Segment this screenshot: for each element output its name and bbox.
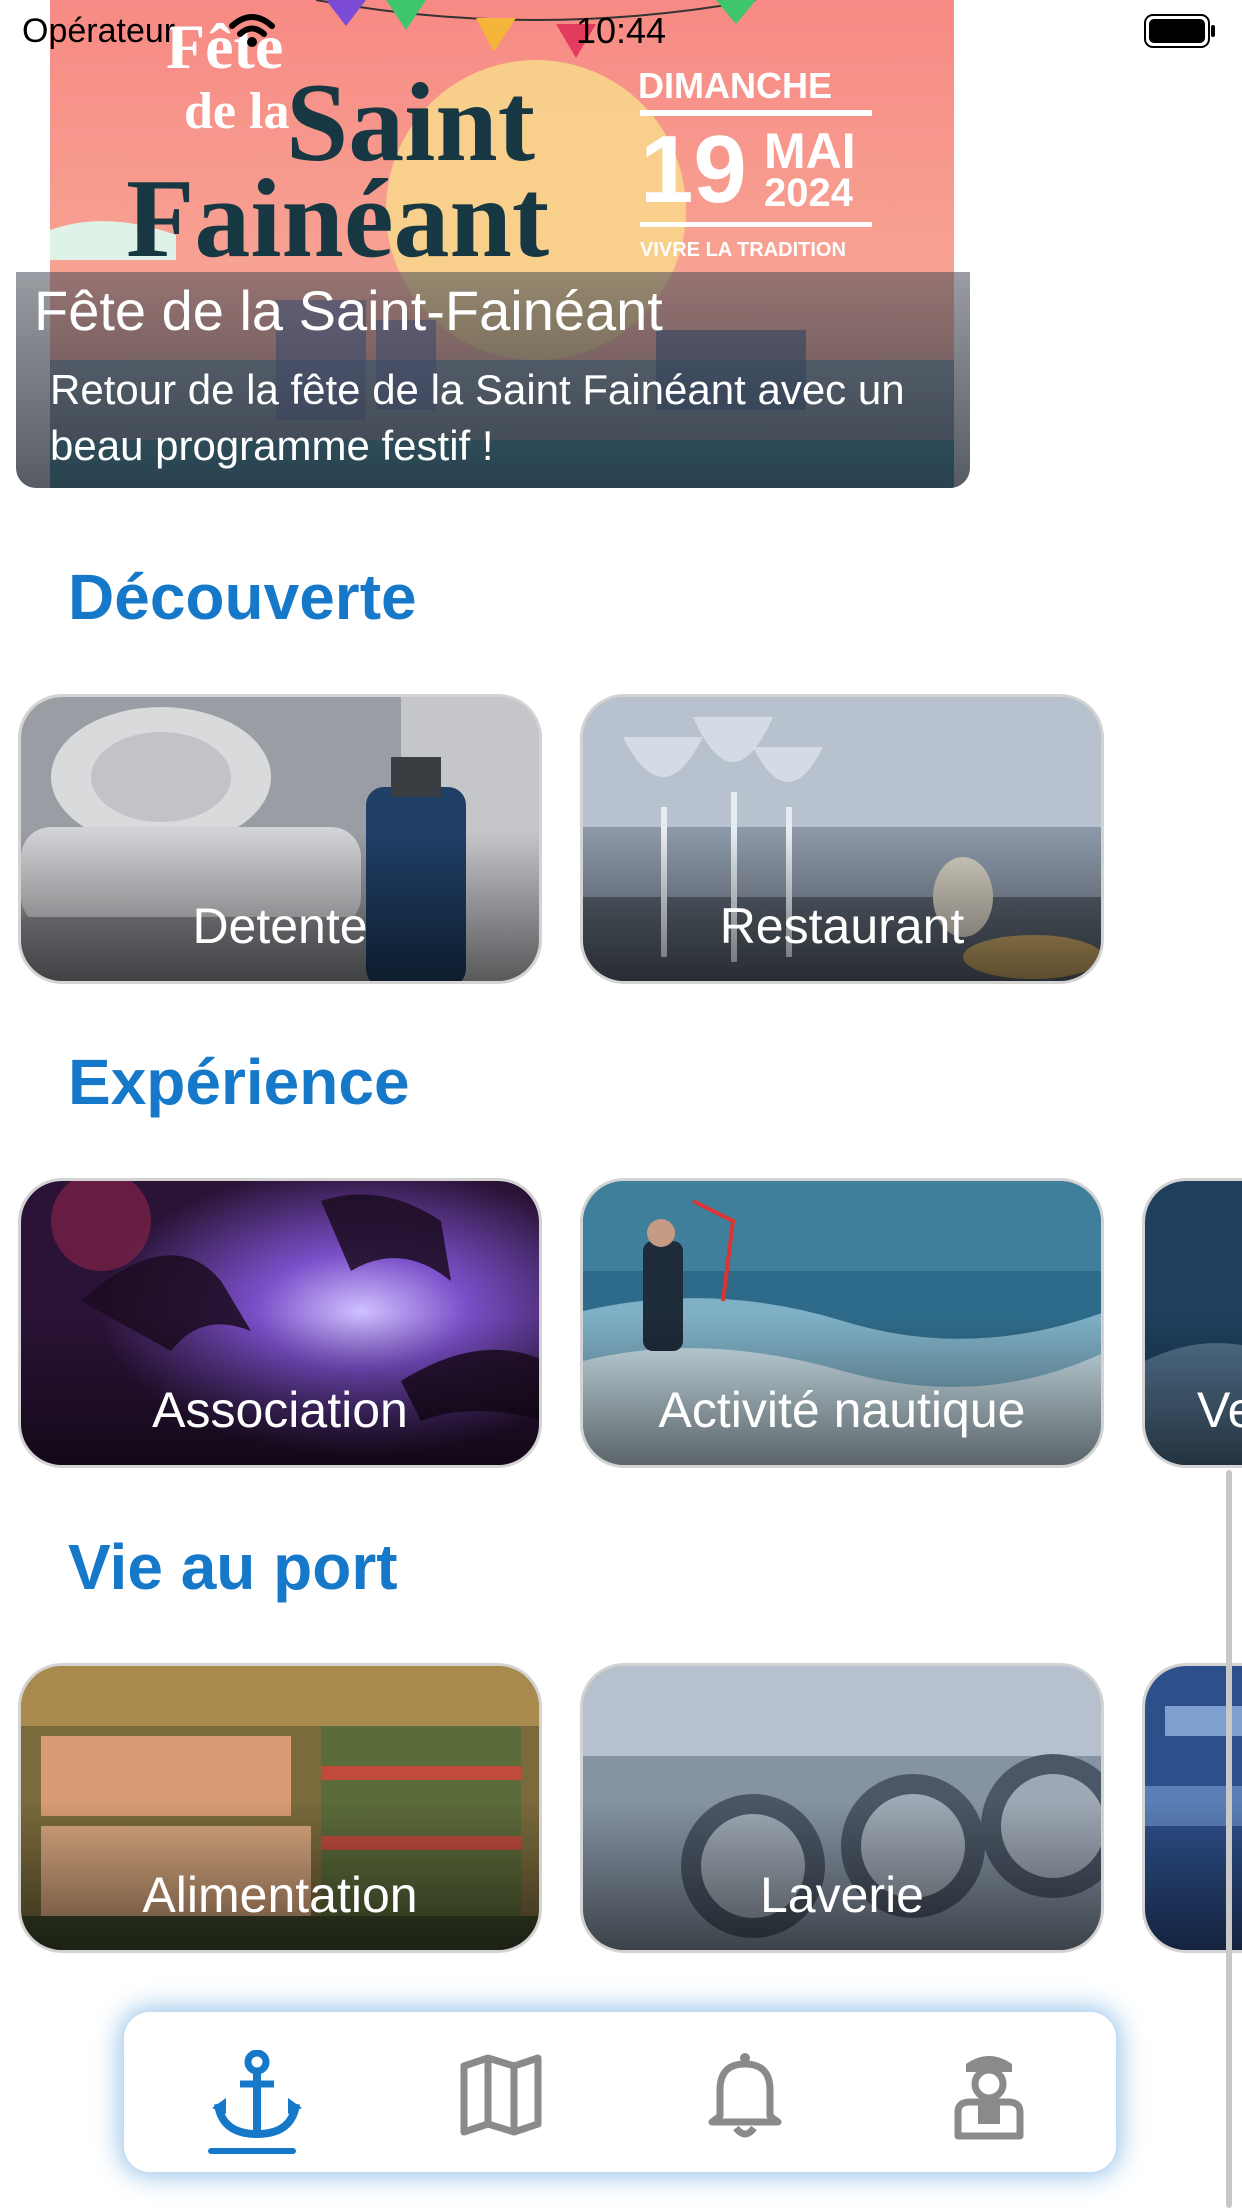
vie-au-port-row[interactable]: Alimentation Laverie bbox=[0, 1663, 1242, 1959]
card-association[interactable]: Association bbox=[18, 1178, 542, 1468]
poster-faineant-text: Fainéant bbox=[126, 157, 549, 281]
tab-notifications[interactable] bbox=[660, 2012, 820, 2172]
poster-date-text: 19 bbox=[640, 116, 747, 223]
hero-banner[interactable]: Fête de la Saint Fainéant DIMANCHE 19 MA… bbox=[16, 0, 970, 488]
section-title-experience: Expérience bbox=[68, 1046, 410, 1118]
tab-bar bbox=[124, 2012, 1116, 2172]
tab-map[interactable] bbox=[416, 2012, 576, 2172]
poster-tagline-text: VIVRE LA TRADITION bbox=[640, 239, 846, 261]
hero-title: Fête de la Saint-Fainéant bbox=[34, 279, 663, 342]
card-label: Alimentation bbox=[142, 1867, 418, 1923]
card-restaurant[interactable]: Restaurant bbox=[580, 694, 1104, 984]
card-label: Activité nautique bbox=[658, 1382, 1026, 1438]
experience-row[interactable]: Association Activité nautique Ve bbox=[0, 1178, 1242, 1474]
card-detente[interactable]: Detente bbox=[18, 694, 542, 984]
card-label: Restaurant bbox=[719, 898, 965, 954]
active-tab-underline bbox=[208, 2148, 296, 2154]
scroll-indicator[interactable] bbox=[1226, 1470, 1232, 2208]
card-activite-nautique[interactable]: Activité nautique bbox=[580, 1178, 1104, 1468]
card-label: Laverie bbox=[760, 1867, 924, 1923]
bell-icon bbox=[708, 2053, 782, 2138]
card-label: Association bbox=[152, 1382, 408, 1438]
card-label: Ve bbox=[1197, 1382, 1242, 1438]
poster-year-text: 2024 bbox=[764, 171, 854, 215]
card-alimentation[interactable]: Alimentation bbox=[18, 1663, 542, 1953]
section-title-decouverte: Découverte bbox=[68, 561, 417, 633]
poster-de-la-text: de la bbox=[184, 83, 289, 140]
captain-icon bbox=[954, 2056, 1024, 2140]
anchor-icon bbox=[212, 2050, 302, 2139]
hero-subtitle: Retour de la fête de la Saint Fainéant a… bbox=[50, 366, 905, 469]
decouverte-row[interactable]: Detente Restaurant bbox=[0, 694, 1242, 990]
status-time: 10:44 bbox=[575, 10, 667, 51]
tab-harbour-master[interactable] bbox=[904, 2012, 1064, 2172]
status-bar: Opérateur 10:44 bbox=[0, 0, 1242, 64]
card-label: Detente bbox=[192, 898, 368, 954]
battery-icon bbox=[1144, 14, 1215, 48]
poster-day-text: DIMANCHE bbox=[638, 65, 832, 106]
map-icon bbox=[460, 2054, 542, 2136]
card-ve-partial[interactable]: Ve bbox=[1142, 1178, 1242, 1468]
section-title-vie-au-port: Vie au port bbox=[68, 1531, 398, 1603]
card-laverie[interactable]: Laverie bbox=[580, 1663, 1104, 1953]
tab-port[interactable] bbox=[172, 2012, 332, 2172]
